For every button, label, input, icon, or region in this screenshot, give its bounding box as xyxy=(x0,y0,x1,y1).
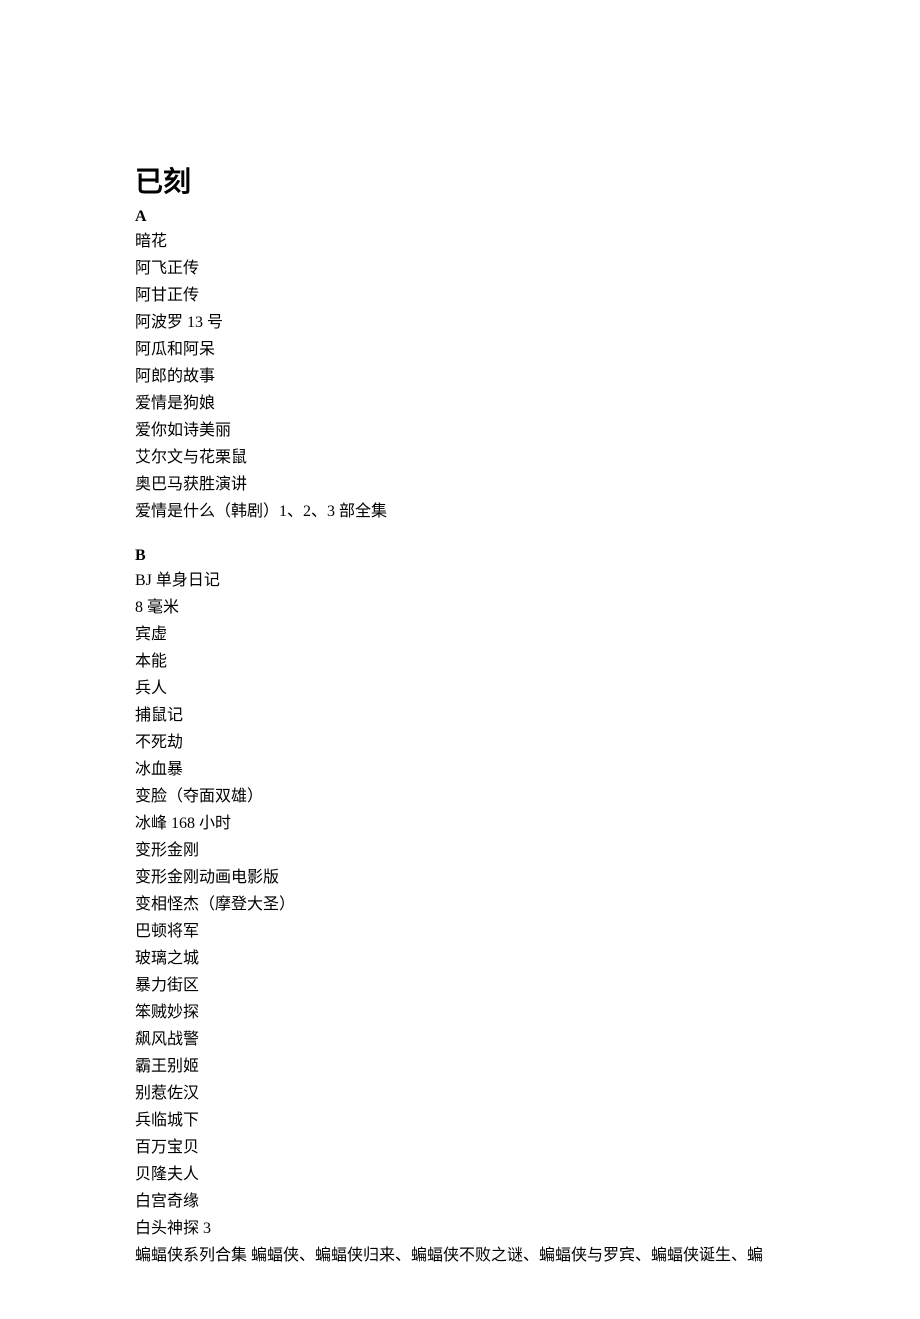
list-item: 暗花 xyxy=(135,228,785,255)
list-item: 笨贼妙探 xyxy=(135,999,785,1026)
list-item: 玻璃之城 xyxy=(135,945,785,972)
list-item: 白头神探 3 xyxy=(135,1215,785,1242)
list-item: 飙风战警 xyxy=(135,1026,785,1053)
document-title: 已刻 xyxy=(135,160,785,200)
section-header-b: B xyxy=(135,547,785,565)
list-item: 阿郎的故事 xyxy=(135,363,785,390)
section-a: A 暗花 阿飞正传 阿甘正传 阿波罗 13 号 阿瓜和阿呆 阿郎的故事 爱情是狗… xyxy=(135,208,785,525)
list-item: 冰峰 168 小时 xyxy=(135,810,785,837)
list-item: 变形金刚动画电影版 xyxy=(135,864,785,891)
list-item: 本能 xyxy=(135,648,785,675)
list-item: 兵临城下 xyxy=(135,1107,785,1134)
list-item: BJ 单身日记 xyxy=(135,567,785,594)
list-item: 兵人 xyxy=(135,675,785,702)
section-b: B BJ 单身日记 8 毫米 宾虚 本能 兵人 捕鼠记 不死劫 冰血暴 变脸（夺… xyxy=(135,547,785,1269)
list-item: 爱情是狗娘 xyxy=(135,390,785,417)
list-item: 捕鼠记 xyxy=(135,702,785,729)
list-item: 百万宝贝 xyxy=(135,1134,785,1161)
list-item: 巴顿将军 xyxy=(135,918,785,945)
list-item: 宾虚 xyxy=(135,621,785,648)
list-item: 白宫奇缘 xyxy=(135,1188,785,1215)
list-item: 艾尔文与花栗鼠 xyxy=(135,444,785,471)
list-item: 奥巴马获胜演讲 xyxy=(135,471,785,498)
list-item: 8 毫米 xyxy=(135,594,785,621)
list-item: 变脸（夺面双雄） xyxy=(135,783,785,810)
list-item: 霸王别姬 xyxy=(135,1053,785,1080)
section-header-a: A xyxy=(135,208,785,226)
list-item: 不死劫 xyxy=(135,729,785,756)
list-item: 爱你如诗美丽 xyxy=(135,417,785,444)
list-item: 阿瓜和阿呆 xyxy=(135,336,785,363)
list-item: 冰血暴 xyxy=(135,756,785,783)
list-item: 阿波罗 13 号 xyxy=(135,309,785,336)
list-item: 爱情是什么（韩剧）1、2、3 部全集 xyxy=(135,498,785,525)
list-item: 蝙蝠侠系列合集 蝙蝠侠、蝙蝠侠归来、蝙蝠侠不败之谜、蝙蝠侠与罗宾、蝙蝠侠诞生、蝙 xyxy=(135,1242,785,1269)
list-item: 变相怪杰（摩登大圣） xyxy=(135,891,785,918)
list-item: 阿飞正传 xyxy=(135,255,785,282)
list-item: 阿甘正传 xyxy=(135,282,785,309)
list-item: 暴力街区 xyxy=(135,972,785,999)
list-item: 变形金刚 xyxy=(135,837,785,864)
list-item: 别惹佐汉 xyxy=(135,1080,785,1107)
list-item: 贝隆夫人 xyxy=(135,1161,785,1188)
